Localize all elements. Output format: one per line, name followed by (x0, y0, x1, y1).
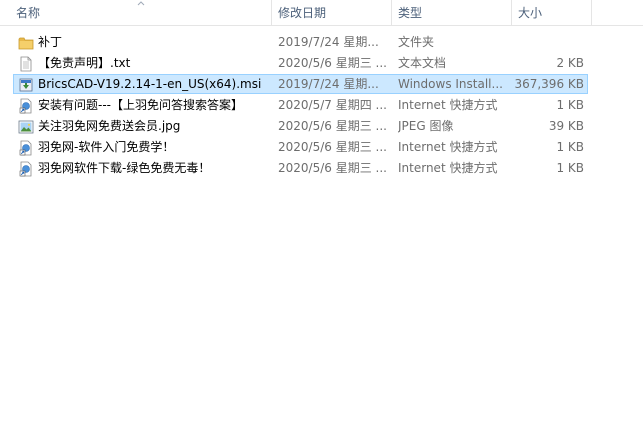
column-divider[interactable] (591, 0, 592, 25)
text-file-icon (20, 56, 32, 72)
file-row[interactable]: 【免责声明】.txt 2020/5/6 星期三 ... 文本文档 2 KB (13, 53, 588, 73)
folder-icon (18, 37, 34, 50)
file-name: 补丁 (38, 35, 63, 49)
file-row[interactable]: 补丁 2019/7/24 星期... 文件夹 (13, 32, 588, 52)
image-file-icon (18, 120, 34, 134)
internet-shortcut-icon (19, 161, 32, 177)
file-size: 1 KB (556, 140, 584, 154)
file-type: Internet 快捷方式 (398, 161, 498, 175)
file-name: 安装有问题---【上羽免问答搜索答案】 (38, 98, 243, 112)
column-header-date[interactable]: 修改日期 (272, 0, 391, 25)
file-type: Internet 快捷方式 (398, 140, 498, 154)
file-row[interactable]: 羽免网-软件入门免费学！ 2020/5/6 星期三 ... Internet 快… (13, 137, 588, 157)
file-size: 2 KB (556, 56, 584, 70)
file-type: JPEG 图像 (398, 119, 454, 133)
file-row-selected[interactable]: BricsCAD-V19.2.14-1-en_US(x64).msi 2019/… (13, 74, 588, 94)
file-date: 2020/5/6 星期三 ... (278, 56, 387, 70)
file-date: 2020/5/6 星期三 ... (278, 119, 387, 133)
file-type: Internet 快捷方式 (398, 98, 498, 112)
file-row[interactable]: 羽免网软件下载-绿色免费无毒！ 2020/5/6 星期三 ... Interne… (13, 158, 588, 178)
column-header-type[interactable]: 类型 (392, 0, 511, 25)
file-name: BricsCAD-V19.2.14-1-en_US(x64).msi (38, 77, 262, 91)
file-date: 2020/5/6 星期三 ... (278, 161, 387, 175)
internet-shortcut-icon (19, 98, 32, 114)
file-name: 羽免网-软件入门免费学！ (38, 140, 175, 154)
internet-shortcut-icon (19, 140, 32, 156)
file-name: 【免责声明】.txt (38, 56, 131, 70)
file-row[interactable]: 安装有问题---【上羽免问答搜索答案】 2020/5/7 星期四 ... Int… (13, 95, 588, 115)
column-header-bar: 名称 修改日期 类型 大小 (0, 0, 643, 26)
file-date: 2020/5/7 星期四 ... (278, 98, 387, 112)
msi-installer-icon (19, 78, 33, 92)
file-type: 文件夹 (398, 35, 435, 49)
file-date: 2020/5/6 星期三 ... (278, 140, 387, 154)
file-type: 文本文档 (398, 56, 447, 70)
file-name: 羽免网软件下载-绿色免费无毒！ (38, 161, 211, 175)
file-size: 367,396 KB (514, 77, 584, 91)
file-size: 1 KB (556, 161, 584, 175)
sort-ascending-icon (137, 1, 145, 6)
file-type: Windows Install... (398, 77, 503, 91)
file-date: 2019/7/24 星期... (278, 77, 379, 91)
file-row[interactable]: 关注羽免网免费送会员.jpg 2020/5/6 星期三 ... JPEG 图像 … (13, 116, 588, 136)
file-size: 1 KB (556, 98, 584, 112)
file-size: 39 KB (548, 119, 584, 133)
file-name: 关注羽免网免费送会员.jpg (38, 119, 181, 133)
column-header-size[interactable]: 大小 (512, 0, 592, 25)
file-date: 2019/7/24 星期... (278, 35, 379, 49)
